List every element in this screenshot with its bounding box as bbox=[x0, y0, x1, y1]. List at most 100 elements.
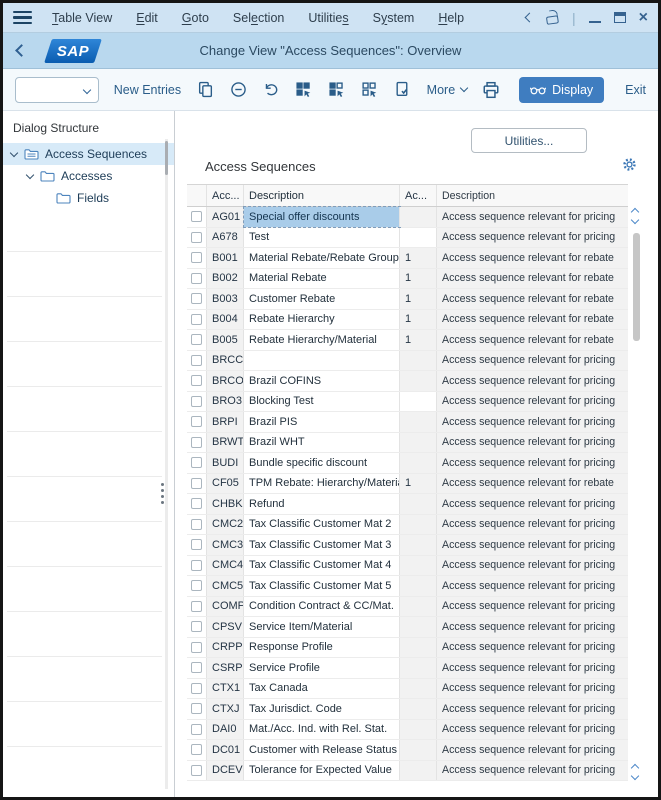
description-cell[interactable]: Response Profile bbox=[244, 637, 400, 657]
column-header-Acc...[interactable]: Acc... bbox=[207, 185, 244, 206]
access-sequence-code-cell[interactable]: BRWT bbox=[207, 432, 244, 452]
column-header-Description[interactable]: Description bbox=[244, 185, 400, 206]
row-checkbox[interactable] bbox=[191, 375, 202, 387]
description-cell[interactable]: Service Item/Material bbox=[244, 617, 400, 637]
access-sequence-code-cell[interactable]: CPSV bbox=[207, 617, 244, 637]
description-cell[interactable]: Brazil COFINS bbox=[244, 371, 400, 391]
access-category-cell[interactable]: 1 bbox=[400, 248, 437, 268]
access-sequence-code-cell[interactable]: CMC5 bbox=[207, 576, 244, 596]
description-cell[interactable]: Rebate Hierarchy bbox=[244, 309, 400, 329]
access-sequence-code-cell[interactable]: AG01 bbox=[207, 207, 244, 227]
access-category-cell[interactable] bbox=[400, 699, 437, 719]
access-sequence-code-cell[interactable]: CMC2 bbox=[207, 514, 244, 534]
access-category-cell[interactable] bbox=[400, 432, 437, 452]
row-checkbox[interactable] bbox=[191, 272, 202, 284]
description-cell[interactable]: Service Profile bbox=[244, 658, 400, 678]
row-checkbox[interactable] bbox=[191, 252, 202, 264]
description-cell[interactable]: Brazil PIS bbox=[244, 412, 400, 432]
description-cell[interactable] bbox=[244, 350, 400, 370]
access-sequence-code-cell[interactable]: DC01 bbox=[207, 740, 244, 760]
command-combobox[interactable] bbox=[15, 76, 99, 103]
row-checkbox[interactable] bbox=[191, 477, 202, 489]
row-checkbox[interactable] bbox=[191, 682, 202, 694]
row-checkbox[interactable] bbox=[191, 416, 202, 428]
row-checkbox[interactable] bbox=[191, 211, 202, 223]
access-category-cell[interactable] bbox=[400, 412, 437, 432]
access-sequence-code-cell[interactable]: B005 bbox=[207, 330, 244, 350]
tree-item-accesses[interactable]: Accesses bbox=[3, 165, 174, 187]
exit-button[interactable]: Exit bbox=[625, 83, 646, 97]
select-block-icon[interactable] bbox=[328, 81, 346, 99]
access-category-cell[interactable] bbox=[400, 617, 437, 637]
unlock-icon[interactable] bbox=[545, 8, 560, 25]
description-cell[interactable]: Bundle specific discount bbox=[244, 453, 400, 473]
row-checkbox[interactable] bbox=[191, 723, 202, 735]
row-checkbox[interactable] bbox=[191, 621, 202, 633]
table-scrollbar[interactable] bbox=[630, 207, 644, 781]
close-button[interactable]: × bbox=[639, 9, 648, 26]
tree-item-fields[interactable]: Fields bbox=[3, 187, 174, 209]
access-category-cell[interactable] bbox=[400, 350, 437, 370]
description-cell[interactable]: Tolerance for Expected Value bbox=[244, 760, 400, 780]
utilities-button[interactable]: Utilities... bbox=[471, 128, 587, 153]
menu-system[interactable]: System bbox=[373, 11, 415, 25]
select-all-icon[interactable] bbox=[295, 81, 313, 99]
column-header-Ac...[interactable]: Ac... bbox=[400, 185, 437, 206]
description-cell[interactable]: Tax Classific Customer Mat 2 bbox=[244, 514, 400, 534]
gear-icon[interactable] bbox=[622, 157, 637, 177]
access-category-cell[interactable] bbox=[400, 678, 437, 698]
row-checkbox[interactable] bbox=[191, 580, 202, 592]
access-category-cell[interactable]: 1 bbox=[400, 309, 437, 329]
access-sequence-code-cell[interactable]: BRO3 bbox=[207, 391, 244, 411]
row-checkbox[interactable] bbox=[191, 559, 202, 571]
access-sequence-code-cell[interactable]: BUDI bbox=[207, 453, 244, 473]
collapse-chevron-icon[interactable] bbox=[524, 12, 535, 23]
description-cell[interactable]: Test bbox=[244, 227, 400, 247]
access-category-cell[interactable]: 1 bbox=[400, 268, 437, 288]
description-cell[interactable]: Customer with Release Status bbox=[244, 740, 400, 760]
minimize-button[interactable] bbox=[588, 20, 601, 23]
access-sequence-code-cell[interactable]: CMC3 bbox=[207, 535, 244, 555]
access-category-cell[interactable]: 1 bbox=[400, 330, 437, 350]
menu-table-view[interactable]: Table View bbox=[52, 11, 112, 25]
row-checkbox[interactable] bbox=[191, 334, 202, 346]
column-header-select[interactable] bbox=[187, 185, 207, 206]
row-checkbox[interactable] bbox=[191, 313, 202, 325]
access-category-cell[interactable] bbox=[400, 596, 437, 616]
more-menu-button[interactable]: More bbox=[427, 83, 469, 97]
access-sequence-code-cell[interactable]: B001 bbox=[207, 248, 244, 268]
chevron-down-icon[interactable] bbox=[25, 170, 35, 179]
description-cell[interactable]: Material Rebate/Rebate Group bbox=[244, 248, 400, 268]
row-checkbox[interactable] bbox=[191, 539, 202, 551]
description-cell[interactable]: Customer Rebate bbox=[244, 289, 400, 309]
row-checkbox[interactable] bbox=[191, 641, 202, 653]
remove-row-icon[interactable] bbox=[229, 81, 247, 99]
access-sequence-code-cell[interactable]: BRCC bbox=[207, 350, 244, 370]
access-category-cell[interactable] bbox=[400, 453, 437, 473]
access-category-cell[interactable] bbox=[400, 719, 437, 739]
row-checkbox[interactable] bbox=[191, 764, 202, 776]
chevron-down-icon[interactable] bbox=[9, 148, 19, 157]
access-sequence-code-cell[interactable]: COMP bbox=[207, 596, 244, 616]
access-sequence-code-cell[interactable]: DAI0 bbox=[207, 719, 244, 739]
display-button[interactable]: Display bbox=[519, 76, 605, 103]
access-sequence-code-cell[interactable]: A678 bbox=[207, 227, 244, 247]
access-sequence-code-cell[interactable]: CHBK bbox=[207, 494, 244, 514]
access-category-cell[interactable] bbox=[400, 576, 437, 596]
description-cell[interactable]: Special offer discounts bbox=[243, 206, 401, 228]
access-category-cell[interactable] bbox=[400, 555, 437, 575]
access-category-cell[interactable] bbox=[400, 535, 437, 555]
access-sequence-code-cell[interactable]: BRPI bbox=[207, 412, 244, 432]
maximize-button[interactable] bbox=[613, 12, 626, 23]
scroll-down-icon[interactable] bbox=[630, 215, 640, 225]
description-cell[interactable]: Rebate Hierarchy/Material bbox=[244, 330, 400, 350]
access-category-cell[interactable] bbox=[400, 371, 437, 391]
description-cell[interactable]: Condition Contract & CC/Mat. bbox=[244, 596, 400, 616]
access-sequence-code-cell[interactable]: B002 bbox=[207, 268, 244, 288]
row-checkbox[interactable] bbox=[191, 600, 202, 612]
description-cell[interactable]: Mat./Acc. Ind. with Rel. Stat. bbox=[244, 719, 400, 739]
description-cell[interactable]: Blocking Test bbox=[244, 391, 400, 411]
description-cell[interactable]: Refund bbox=[244, 494, 400, 514]
description-cell[interactable]: Material Rebate bbox=[244, 268, 400, 288]
table-scrollbar-thumb[interactable] bbox=[633, 233, 640, 341]
